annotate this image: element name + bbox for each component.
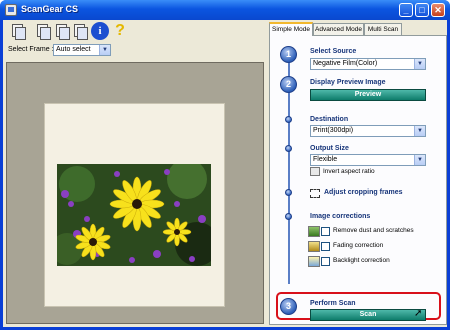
close-button[interactable]: ✕ — [431, 3, 445, 17]
backlight-correction-label: Backlight correction — [333, 257, 390, 264]
tab-advanced-mode[interactable]: Advanced Mode — [313, 23, 364, 35]
invert-aspect-icon[interactable] — [310, 167, 320, 176]
destination-value: Print(300dpi) — [313, 127, 354, 134]
select-frame-label: Select Frame : — [8, 46, 54, 53]
output-size-value: Flexible — [313, 156, 338, 163]
corrections-dot-icon — [285, 213, 292, 220]
step-2-icon: 2 — [280, 76, 297, 93]
fading-correction-checkbox[interactable] — [321, 242, 330, 251]
help-icon[interactable]: ? — [111, 22, 129, 40]
toolbar: i ? — [3, 20, 265, 42]
tab-simple-mode[interactable]: Simple Mode — [269, 22, 313, 36]
preview-area[interactable] — [6, 62, 264, 324]
display-preview-heading: Display Preview Image — [310, 79, 386, 86]
destination-dropdown[interactable]: Print(300dpi) ▼ — [310, 125, 426, 137]
select-source-value: Negative Film(Color) — [313, 60, 378, 67]
fading-correction-label: Fading correction — [333, 242, 384, 249]
perform-scan-heading: Perform Scan — [310, 300, 356, 307]
flower-photo — [57, 164, 211, 266]
preview-image[interactable] — [57, 164, 211, 266]
invert-icon[interactable] — [71, 22, 89, 40]
output-size-heading: Output Size — [310, 145, 349, 152]
adjust-cropping-heading[interactable]: Adjust cropping frames — [324, 189, 403, 196]
select-frame-dropdown[interactable]: Auto select ▼ — [53, 44, 111, 56]
client-area: i ? Select Frame : Auto select ▼ Simple … — [3, 20, 447, 327]
window-title: ScanGear CS — [21, 4, 79, 14]
chevron-down-icon: ▼ — [414, 59, 425, 69]
chevron-down-icon: ▼ — [99, 45, 110, 55]
scan-button[interactable]: Scan — [310, 309, 426, 321]
dust-removal-icon — [308, 226, 320, 237]
maximize-button[interactable]: □ — [415, 3, 429, 17]
title-bar[interactable]: ScanGear CS _ □ ✕ — [0, 0, 450, 20]
settings-panel: Simple Mode Advanced Mode Multi Scan 1 S… — [265, 20, 447, 327]
preview-paper — [44, 103, 225, 307]
fading-correction-icon — [308, 241, 320, 252]
chevron-down-icon: ▼ — [414, 155, 425, 165]
select-frame-value: Auto select — [56, 46, 91, 53]
select-source-dropdown[interactable]: Negative Film(Color) ▼ — [310, 58, 426, 70]
app-icon — [5, 4, 17, 16]
rotate-left-icon[interactable] — [9, 22, 27, 40]
mouse-pointer-icon: ➚ — [414, 308, 423, 319]
cropping-dot-icon — [285, 189, 292, 196]
tab-multi-scan[interactable]: Multi Scan — [364, 23, 402, 35]
backlight-correction-checkbox[interactable] — [321, 257, 330, 266]
image-corrections-heading: Image corrections — [310, 213, 371, 220]
preview-button[interactable]: Preview — [310, 89, 426, 101]
step-3-icon: 3 — [280, 298, 297, 315]
backlight-correction-icon — [308, 256, 320, 267]
invert-aspect-label: Invert aspect ratio — [323, 168, 375, 175]
step-1-icon: 1 — [280, 46, 297, 63]
remove-dust-checkbox[interactable] — [321, 227, 330, 236]
output-size-dropdown[interactable]: Flexible ▼ — [310, 154, 426, 166]
remove-dust-label: Remove dust and scratches — [333, 227, 414, 234]
app-window: ScanGear CS _ □ ✕ i ? Select Frame : Aut… — [0, 0, 450, 330]
destination-heading: Destination — [310, 116, 349, 123]
rotate-right-icon[interactable] — [34, 22, 52, 40]
destination-dot-icon — [285, 116, 292, 123]
info-icon[interactable]: i — [91, 22, 109, 40]
chevron-down-icon: ▼ — [414, 126, 425, 136]
minimize-button[interactable]: _ — [399, 3, 413, 17]
crop-frame-icon — [310, 189, 320, 198]
mirror-icon[interactable] — [53, 22, 71, 40]
simple-mode-panel: 1 Select Source Negative Film(Color) ▼ 2… — [269, 35, 447, 325]
output-size-dot-icon — [285, 145, 292, 152]
select-source-heading: Select Source — [310, 48, 357, 55]
